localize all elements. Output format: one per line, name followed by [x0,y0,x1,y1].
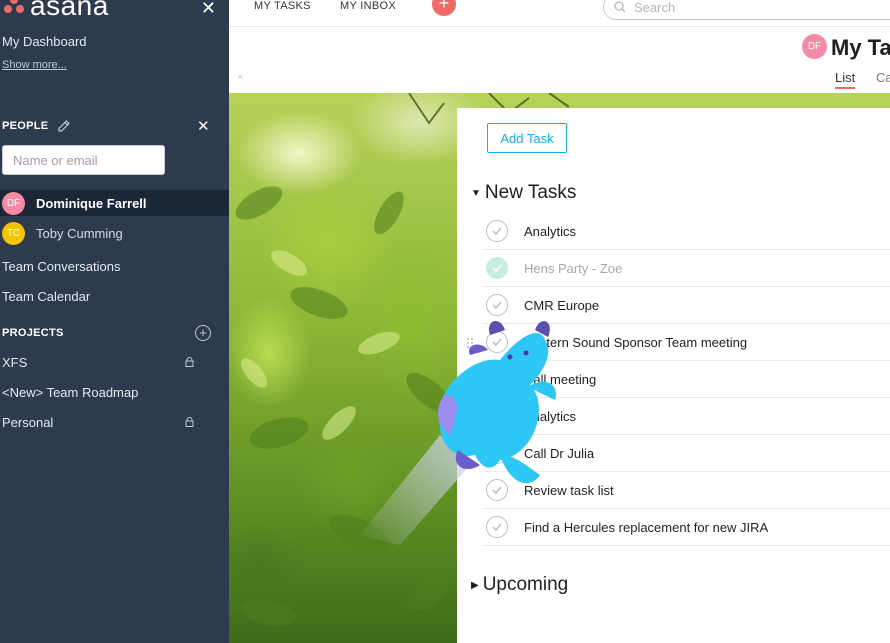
checkmark-icon[interactable] [486,405,508,427]
my-inbox-tab[interactable]: MY INBOX [340,0,396,12]
person-toby-cumming[interactable]: TC Toby Cumming [0,220,229,246]
tab-calendar[interactable]: Ca [876,70,890,85]
top-bar: MY TASKS MY INBOX + [229,0,890,27]
team-calendar-link[interactable]: Team Calendar [2,289,90,304]
section-label: Upcoming [482,574,569,595]
checkmark-icon[interactable] [486,294,508,316]
asana-logo-icon [2,0,26,16]
project-xfs[interactable]: XFS [2,355,27,370]
checkmark-icon[interactable] [486,331,508,353]
task-name[interactable]: Hens Party - Zoe [524,261,622,276]
task-row[interactable]: CMR Europe [482,287,890,324]
checkmark-icon[interactable] [486,368,508,390]
task-row[interactable]: Review task list [482,472,890,509]
task-name[interactable]: Call Dr Julia [524,446,594,461]
task-name[interactable]: Call meeting [524,372,596,387]
project-team-roadmap[interactable]: <New> Team Roadmap [2,385,138,400]
show-more-link[interactable]: Show more... [2,59,67,71]
team-conversations-link[interactable]: Team Conversations [2,259,121,274]
task-row[interactable]: Eastern Sound Sponsor Team meeting [482,324,890,361]
section-upcoming[interactable]: ▶ Upcoming [471,574,568,596]
lock-icon [185,417,194,427]
sidebar: asana ✕ My Dashboard Show more... PEOPLE… [0,0,229,643]
person-name: Dominique Farrell [36,195,147,211]
task-panel: Add Task ▼ New Tasks Analytics Hens Part… [457,108,890,643]
caret-right-icon: ▶ [471,579,479,591]
lock-icon [185,357,194,367]
close-sidebar-icon[interactable]: ✕ [201,0,216,19]
checkmark-icon[interactable] [486,220,508,242]
task-row[interactable]: Call meeting [482,361,890,398]
task-name[interactable]: Analytics [524,409,576,424]
task-row[interactable]: Analytics [482,213,890,250]
avatar: DF [2,191,25,215]
checkmark-icon[interactable] [486,442,508,464]
person-name: Toby Cumming [36,225,123,241]
project-personal[interactable]: Personal [2,415,53,430]
page-header: ⌃ DF My Ta List Ca [229,27,890,93]
task-name[interactable]: Analytics [524,224,576,239]
task-name[interactable]: CMR Europe [524,298,599,313]
person-dominique-farrell[interactable]: DF Dominique Farrell [0,190,229,216]
asana-logo[interactable]: asana [2,0,109,21]
logo-text: asana [30,0,109,21]
task-row[interactable]: Call Dr Julia [482,435,890,472]
drag-handle-icon[interactable] [466,337,474,349]
page-title: My Ta [831,35,890,60]
search-bar[interactable] [603,0,890,20]
checkmark-icon[interactable] [486,257,508,279]
task-row[interactable]: Hens Party - Zoe [482,250,890,287]
avatar: TC [2,221,25,245]
caret-down-icon: ▼ [471,187,481,199]
task-name[interactable]: Review task list [524,483,614,498]
collapse-chevron-icon[interactable]: ⌃ [236,75,244,86]
people-section-title: PEOPLE [2,120,49,132]
search-input[interactable] [634,0,834,15]
section-label: New Tasks [484,182,577,203]
task-name[interactable]: Find a Hercules replacement for new JIRA [524,520,768,535]
my-dashboard-link[interactable]: My Dashboard [2,34,87,49]
search-icon [614,1,626,13]
checkmark-icon[interactable] [486,479,508,501]
add-task-button[interactable]: Add Task [487,123,567,153]
task-row[interactable]: Find a Hercules replacement for new JIRA [482,509,890,546]
people-search-input[interactable] [2,145,165,175]
task-row[interactable]: Analytics [482,398,890,435]
projects-section-title: PROJECTS [2,327,64,339]
edit-pencil-icon[interactable] [56,118,72,134]
my-tasks-tab[interactable]: MY TASKS [254,0,311,12]
tab-list[interactable]: List [835,70,856,89]
section-new-tasks[interactable]: ▼ New Tasks [471,182,576,204]
task-name[interactable]: Eastern Sound Sponsor Team meeting [524,335,747,350]
checkmark-icon[interactable] [486,516,508,538]
add-project-icon[interactable]: + [195,325,211,341]
quick-add-button[interactable]: + [432,0,456,16]
close-people-icon[interactable]: ✕ [197,117,210,135]
header-avatar: DF [802,34,827,59]
